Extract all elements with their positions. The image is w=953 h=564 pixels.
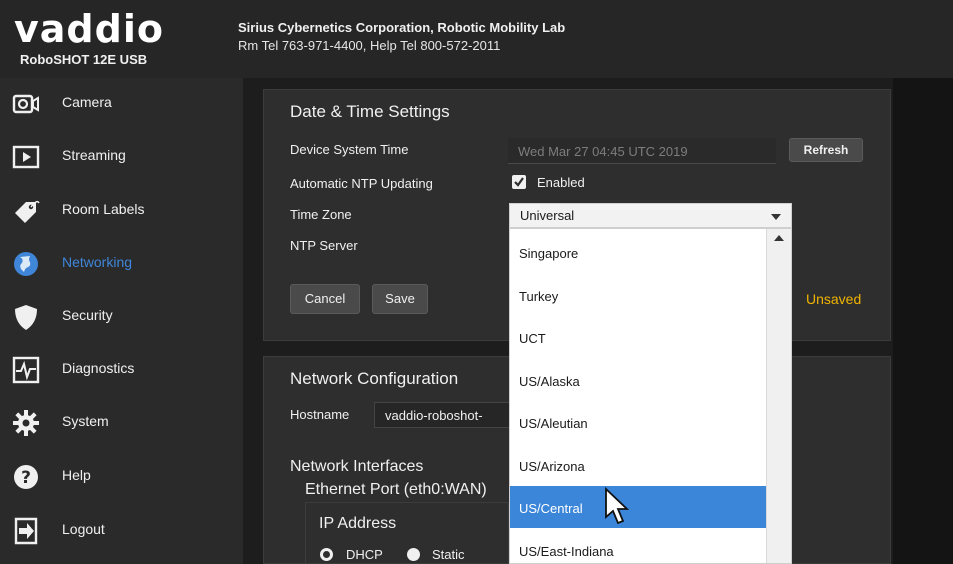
app-header: vaddio RoboSHOT 12E USB Sirius Cyberneti… [0,0,953,78]
pulse-icon [12,356,40,384]
sidebar-item-label: Security [62,307,113,323]
sidebar-item-camera[interactable]: Camera [0,78,243,130]
hostname-input[interactable]: vaddio-roboshot- [374,402,510,428]
sidebar-item-label: Help [62,467,91,483]
tag-icon [15,200,40,223]
network-interfaces-title: Network Interfaces [290,458,424,475]
static-radio[interactable] [407,548,420,561]
camera-icon [12,94,39,114]
ntp-server-label: NTP Server [290,238,358,253]
timezone-option-highlighted[interactable]: US/Central [510,486,768,528]
sidebar-item-label: Diagnostics [62,360,135,376]
datetime-title: Date & Time Settings [290,102,450,121]
sidebar-item-label: System [62,413,109,429]
right-gutter [893,78,953,564]
sidebar-item-label: Streaming [62,147,126,163]
sidebar-item-streaming[interactable]: Streaming [0,131,243,183]
cancel-button[interactable]: Cancel [290,284,360,314]
sidebar-item-logout[interactable]: Logout [0,505,243,557]
sidebar-item-label: Networking [62,254,133,270]
ntp-enabled-label: Enabled [537,175,585,190]
dhcp-label: DHCP [346,547,383,562]
timezone-option[interactable]: US/Alaska [510,359,768,401]
ntp-label: Automatic NTP Updating [290,176,433,191]
hostname-value: vaddio-roboshot- [385,408,483,423]
help-icon: ? [14,465,38,489]
timezone-select[interactable]: Universal [509,203,792,228]
hostname-label: Hostname [290,407,350,422]
sidebar-item-label: Logout [62,521,105,537]
timezone-option[interactable]: US/Arizona [510,444,768,486]
organization-name: Sirius Cybernetics Corporation, Robotic … [238,20,566,35]
ntp-checkbox[interactable] [512,175,526,189]
check-icon [514,177,524,187]
device-model: RoboSHOT 12E USB [20,52,148,67]
phone-numbers: Rm Tel 763-971-4400, Help Tel 800-572-20… [238,38,501,53]
timezone-option[interactable]: Turkey [510,274,768,316]
ethernet-port-title: Ethernet Port (eth0:WAN) [305,481,487,498]
mouse-cursor-icon [605,487,630,525]
sidebar-item-diagnostics[interactable]: Diagnostics [0,344,243,396]
sidebar-item-label: Camera [62,94,112,110]
timezone-option[interactable]: US/Aleutian [510,401,768,443]
shield-icon [15,305,37,330]
play-icon [12,145,40,169]
static-label: Static [432,547,465,562]
sidebar: Camera Streaming Room Labels Networking … [0,78,243,564]
device-time-field: Wed Mar 27 04:45 UTC 2019 [508,138,776,164]
save-button[interactable]: Save [372,284,428,314]
timezone-dropdown-list[interactable]: Singapore Turkey UCT US/Alaska US/Aleuti… [509,228,792,564]
timezone-selected-value: Universal [520,208,575,223]
sidebar-item-help[interactable]: ? Help [0,451,243,503]
unsaved-status: Unsaved [806,291,862,307]
network-title: Network Configuration [290,369,459,388]
timezone-option[interactable]: UCT [510,316,768,358]
refresh-button[interactable]: Refresh [789,138,863,162]
dropdown-scrollbar[interactable] [766,229,791,563]
svg-text:?: ? [21,468,31,488]
sidebar-item-security[interactable]: Security [0,291,243,343]
device-time-label: Device System Time [290,142,409,157]
device-time-value: Wed Mar 27 04:45 UTC 2019 [518,144,688,159]
timezone-option[interactable]: Singapore [510,231,768,273]
chevron-down-icon [771,214,781,220]
sidebar-item-room-labels[interactable]: Room Labels [0,185,243,237]
sidebar-item-system[interactable]: System [0,397,243,449]
sidebar-item-label: Room Labels [62,201,145,217]
ip-address-title: IP Address [319,515,397,532]
scroll-up-icon[interactable] [774,235,784,241]
logout-icon [14,517,38,545]
sidebar-item-networking[interactable]: Networking [0,238,243,290]
vaddio-logo: vaddio [14,7,164,51]
gear-icon [13,410,39,436]
timezone-option[interactable]: US/East-Indiana [510,529,768,563]
globe-icon [14,252,38,276]
dhcp-radio[interactable] [320,548,333,561]
timezone-label: Time Zone [290,207,352,222]
